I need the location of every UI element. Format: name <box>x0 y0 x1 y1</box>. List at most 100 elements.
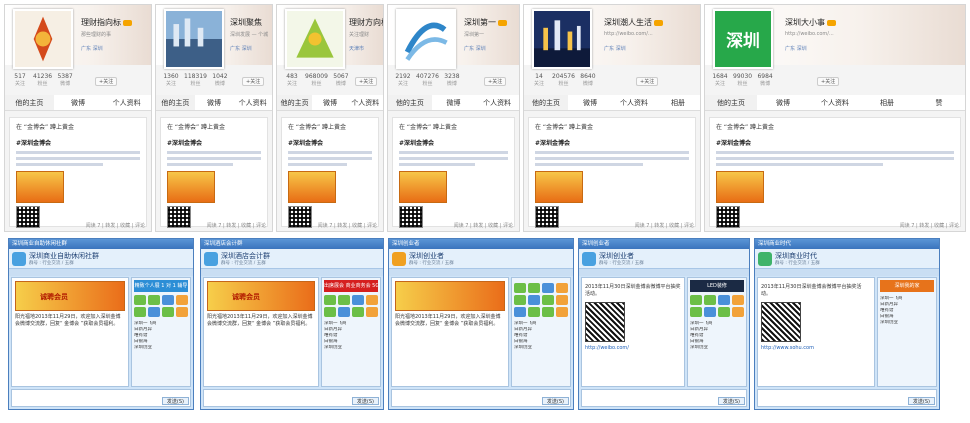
member-list[interactable]: 深圳一飞商 日新月异 唯有谱 白银海 深圳创业 <box>324 321 378 351</box>
member-item[interactable]: 深圳创业 <box>690 345 744 351</box>
tab-weibo[interactable]: 微博 <box>757 95 809 110</box>
tab-weibo[interactable]: 微博 <box>312 95 347 110</box>
sidebar-ad[interactable]: LED装修 <box>690 280 744 292</box>
chat-toolbar[interactable] <box>755 269 939 276</box>
post-hashtag[interactable]: #深圳金博会 <box>535 138 689 147</box>
post-actions[interactable]: 阅读 7 | 转发 | 收藏 | 评论 <box>318 222 377 229</box>
send-button[interactable]: 发送(S) <box>541 397 569 405</box>
stat-following[interactable]: 2192 关注 <box>394 73 412 87</box>
post-hashtag[interactable]: #深圳金博会 <box>288 138 372 147</box>
send-button[interactable]: 发送(S) <box>351 397 379 405</box>
chat-link[interactable]: http://www.sohu.com <box>761 345 871 351</box>
avatar[interactable]: 深圳 <box>713 9 773 69</box>
post-hashtag[interactable]: #深圳金博会 <box>16 138 140 147</box>
sidebar-ad[interactable]: 深圳我的家 <box>880 280 934 292</box>
tab-home[interactable]: 他的主页 <box>277 95 313 110</box>
tab-profile[interactable]: 个人资料 <box>102 95 151 110</box>
chat-banner[interactable] <box>395 281 505 311</box>
member-item[interactable]: 深圳创业 <box>514 345 568 351</box>
post-actions[interactable]: 阅读 7 | 转发 | 收藏 | 评论 <box>454 222 513 229</box>
stat-posts[interactable]: 8640 微博 <box>579 73 597 87</box>
follow-button[interactable]: +关注 <box>636 77 659 86</box>
tab-profile[interactable]: 个人资料 <box>809 95 861 110</box>
stat-following[interactable]: 14 关注 <box>530 73 548 87</box>
post-hashtag[interactable]: #深圳金博会 <box>716 138 954 147</box>
post-image[interactable] <box>16 171 64 203</box>
stat-following[interactable]: 517 关注 <box>11 73 29 87</box>
tab-profile[interactable]: 个人资料 <box>475 95 519 110</box>
post-actions[interactable]: 阅读 7 | 转发 | 收藏 | 评论 <box>900 222 959 229</box>
tab-home[interactable]: 他的主页 <box>524 95 568 110</box>
tab-home[interactable]: 他的主页 <box>156 95 195 110</box>
stat-following[interactable]: 1360 关注 <box>162 73 180 87</box>
follow-button[interactable]: +关注 <box>95 77 118 86</box>
stat-following[interactable]: 483 关注 <box>283 73 301 87</box>
post-image[interactable] <box>399 171 447 203</box>
sidebar-ad[interactable]: 出席展会 商业商务会 5G万人上赚钱 <box>324 280 378 292</box>
chat-link[interactable]: http://weibo.com/ <box>585 345 681 351</box>
stat-followers[interactable]: 968009 粉丝 <box>305 73 328 87</box>
avatar[interactable] <box>13 9 73 69</box>
stat-followers[interactable]: 118319 粉丝 <box>184 73 207 87</box>
stat-followers[interactable]: 204576 粉丝 <box>552 73 575 87</box>
post-image[interactable] <box>288 171 336 203</box>
member-item[interactable]: 深圳创业 <box>134 345 188 351</box>
tab-profile[interactable]: 个人资料 <box>612 95 656 110</box>
tab-album[interactable]: 相册 <box>656 95 700 110</box>
follow-button[interactable]: +关注 <box>484 77 507 86</box>
post-actions[interactable]: 阅读 7 | 转发 | 收藏 | 评论 <box>207 222 266 229</box>
post-actions[interactable]: 阅读 7 | 转发 | 收藏 | 评论 <box>86 222 145 229</box>
chat-banner[interactable]: 诚聘会员 <box>15 281 125 311</box>
app-grid[interactable] <box>324 295 378 317</box>
stat-following[interactable]: 1684 关注 <box>711 73 729 87</box>
tab-weibo[interactable]: 微博 <box>432 95 476 110</box>
post-hashtag[interactable]: #深圳金博会 <box>399 138 508 147</box>
post-image[interactable] <box>716 171 764 203</box>
tab-weibo[interactable]: 微博 <box>195 95 234 110</box>
member-item[interactable]: 深圳创业 <box>324 345 378 351</box>
stat-followers[interactable]: 407276 粉丝 <box>416 73 439 87</box>
post-actions[interactable]: 阅读 7 | 转发 | 收藏 | 评论 <box>635 222 694 229</box>
member-item[interactable]: 深圳创业 <box>880 320 934 326</box>
send-button[interactable]: 发送(S) <box>907 397 935 405</box>
send-button[interactable]: 发送(S) <box>717 397 745 405</box>
member-list[interactable]: 深圳一飞商 日新月异 唯有谱 白银海 深圳创业 <box>880 296 934 326</box>
avatar[interactable] <box>285 9 345 69</box>
follow-button[interactable]: +关注 <box>355 77 378 86</box>
stat-posts[interactable]: 6984 微博 <box>756 73 774 87</box>
sidebar-ad[interactable]: 精致个人展 1 对 1 辅导 <box>134 280 188 292</box>
chat-banner[interactable]: 诚聘会员 <box>207 281 315 311</box>
avatar[interactable] <box>532 9 592 69</box>
member-list[interactable]: 深圳一飞商 日新月异 唯有谱 白银海 深圳创业 <box>134 321 188 351</box>
stat-posts[interactable]: 3238 微博 <box>443 73 461 87</box>
tab-home[interactable]: 他的主页 <box>388 95 432 110</box>
tab-weibo[interactable]: 微博 <box>54 95 103 110</box>
stat-posts[interactable]: 5387 微博 <box>56 73 74 87</box>
stat-followers[interactable]: 41236 粉丝 <box>33 73 52 87</box>
tab-home[interactable]: 他的主页 <box>5 95 54 110</box>
member-list[interactable]: 深圳一飞商 日新月异 唯有谱 白银海 深圳创业 <box>690 321 744 351</box>
tab-home[interactable]: 他的主页 <box>705 95 757 110</box>
tab-profile[interactable]: 个人资料 <box>233 95 272 110</box>
app-grid[interactable] <box>134 295 188 317</box>
post-hashtag[interactable]: #深圳金博会 <box>167 138 261 147</box>
tab-likes[interactable]: 赞 <box>913 95 965 110</box>
app-grid[interactable] <box>690 295 744 317</box>
chat-toolbar[interactable] <box>579 269 749 276</box>
send-button[interactable]: 发送(S) <box>161 397 189 405</box>
post-image[interactable] <box>167 171 215 203</box>
post-image[interactable] <box>535 171 583 203</box>
tab-weibo[interactable]: 微博 <box>568 95 612 110</box>
tab-album[interactable]: 相册 <box>861 95 913 110</box>
stat-posts[interactable]: 5067 微博 <box>332 73 350 87</box>
member-list[interactable]: 深圳一飞商 日新月异 唯有谱 白银海 深圳创业 <box>514 321 568 351</box>
follow-button[interactable]: +关注 <box>242 77 265 86</box>
avatar[interactable] <box>396 9 456 69</box>
stat-posts[interactable]: 1042 微博 <box>211 73 229 87</box>
chat-toolbar[interactable] <box>9 269 193 276</box>
chat-toolbar[interactable] <box>201 269 383 276</box>
tab-profile[interactable]: 个人资料 <box>348 95 383 110</box>
follow-button[interactable]: +关注 <box>817 77 840 86</box>
chat-toolbar[interactable] <box>389 269 573 276</box>
stat-followers[interactable]: 99030 粉丝 <box>733 73 752 87</box>
